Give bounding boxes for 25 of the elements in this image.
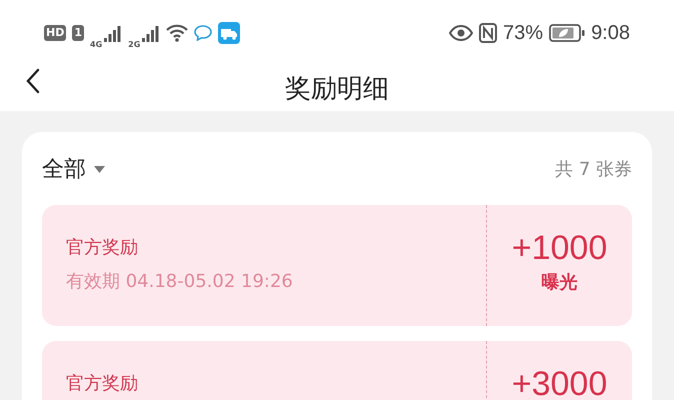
nfc-icon xyxy=(479,23,498,43)
eye-icon xyxy=(449,25,474,41)
network-label: 4G xyxy=(90,40,102,48)
coupon-unit: 曝光 xyxy=(542,271,578,294)
chat-icon xyxy=(194,25,212,41)
hd-badge: HD xyxy=(44,25,66,41)
filter-dropdown[interactable]: 全部 xyxy=(42,154,105,184)
coupon-validity: 有效期 04.18-05.02 19:26 xyxy=(66,270,294,293)
network-label: 2G xyxy=(128,40,140,48)
truck-icon xyxy=(218,22,240,44)
battery-icon xyxy=(549,24,586,42)
coupon-amount: +1000 xyxy=(512,229,608,268)
caret-icon xyxy=(94,166,105,172)
clock-time: 9:08 xyxy=(591,22,630,44)
coupon-title: 官方奖励 xyxy=(66,236,139,259)
battery-percent: 73% xyxy=(503,22,544,44)
signal-icon xyxy=(104,24,122,42)
coupon-title: 官方奖励 xyxy=(66,372,139,395)
sim-badge: 1 xyxy=(72,25,84,41)
coupon-count: 共 7 张券 xyxy=(555,158,632,181)
page-title: 奖励明细 xyxy=(285,73,389,106)
back-button[interactable] xyxy=(24,66,42,96)
wifi-icon xyxy=(166,24,188,42)
coupon-amount: +3000 xyxy=(512,365,608,400)
signal-icon xyxy=(142,24,160,42)
